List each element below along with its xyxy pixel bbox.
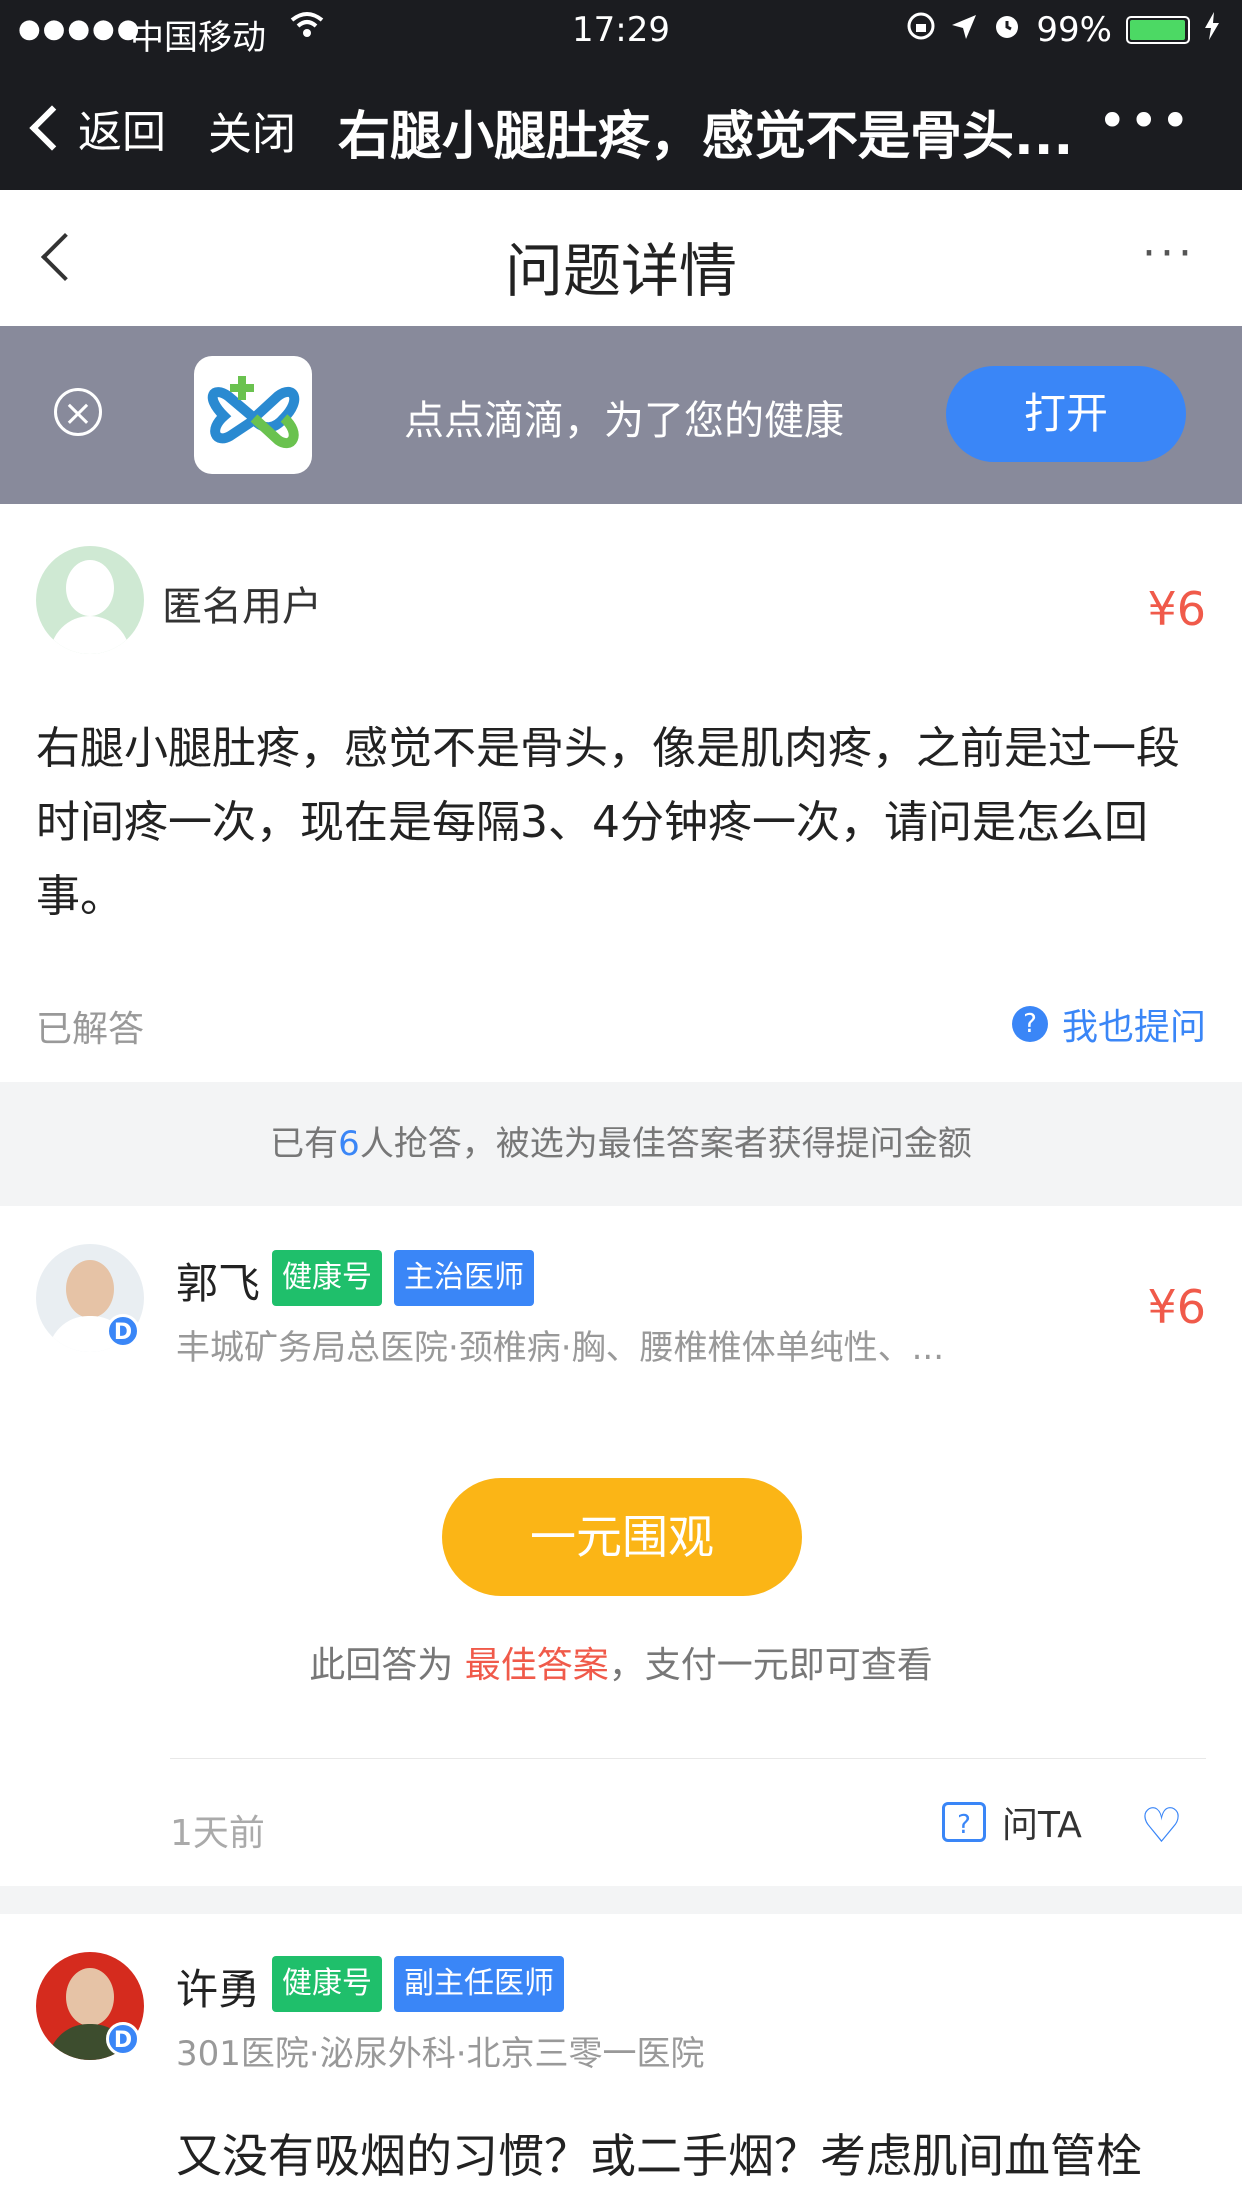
ask-also-button[interactable]: ? 我也提问 [1011,998,1206,1050]
page-title: 问题详情 [504,237,737,305]
ask-bubble-icon: ? [942,1802,986,1842]
location-icon [950,10,978,50]
question-user-name: 匿名用户 [162,584,322,630]
health-account-tag: 健康号 [272,1956,382,2012]
health-account-tag: 健康号 [272,1250,382,1306]
battery-icon [1126,16,1190,44]
app-promo-banner: × 点点滴滴，为了您的健康 打开 [0,326,1242,504]
doctor-name[interactable]: 郭飞 [176,1250,260,1311]
doctor-info: 301医院·泌尿外科·北京三零一医院 [176,2034,705,2074]
doctor-title-tag: 主治医师 [394,1250,534,1306]
divider [170,1758,1206,1759]
avatar-head [66,560,114,616]
webview-title: 右腿小腿肚疼，感觉不是骨头... [338,107,1074,167]
charging-icon [1204,10,1220,50]
app-logo [194,356,312,474]
back-button[interactable]: 返回 [29,96,166,160]
notice-prefix: 已有 [270,1124,339,1164]
page-header: 问题详情 ··· [0,190,1242,327]
status-bar: ●●●●● 中国移动 17:29 99% [0,0,1242,62]
avatar-body [50,616,130,654]
open-app-button[interactable]: 打开 [946,366,1186,462]
page-more-button[interactable]: ··· [1142,228,1196,279]
like-heart-icon[interactable]: ♡ [1140,1798,1183,1854]
ask-also-label: 我也提问 [1061,1007,1206,1048]
verified-badge-icon: D [106,1314,140,1348]
orientation-lock-icon [906,10,936,50]
answer-count: 6 [338,1124,360,1164]
banner-slogan: 点点滴滴，为了您的健康 [404,398,844,444]
wechat-nav-bar: 返回 关闭 右腿小腿肚疼，感觉不是骨头... ••• [0,62,1242,190]
close-button[interactable]: 关闭 [208,98,296,162]
best-answer-label: 最佳答案 [464,1645,609,1686]
answer-reward: ¥6 [1147,1280,1206,1334]
doctor-title-tag: 副主任医师 [394,1956,564,2012]
back-chevron-icon [29,105,75,151]
verified-badge-icon: D [106,2022,140,2056]
note-prefix: 此回答为 [309,1645,465,1686]
alarm-icon [992,10,1022,50]
question-status: 已解答 [36,1009,145,1050]
answer-text: 又没有吸烟的习惯？或二手烟？考虑肌间血管栓 [176,2129,1142,2183]
ask-ta-label: 问TA [1002,1805,1082,1846]
section-separator [0,1886,1242,1914]
anonymous-avatar [36,546,144,654]
doctor-info: 丰城矿务局总医院·颈椎病·胸、腰椎椎体单纯性、... [176,1328,945,1368]
avatar-face [66,1260,114,1318]
doctor-name[interactable]: 许勇 [176,1956,260,2017]
best-answer-note: 此回答为 最佳答案，支付一元即可查看 [0,1636,1242,1688]
pay-to-view-button[interactable]: 一元围观 [442,1478,802,1596]
status-right: 99% [906,10,1220,50]
notice-suffix: 人抢答，被选为最佳答案者获得提问金额 [359,1124,972,1164]
more-menu-button[interactable]: ••• [1098,92,1192,150]
back-label: 返回 [78,107,166,158]
top-bar: ●●●●● 中国移动 17:29 99% 返回 关闭 右腿小腿肚疼，感觉不是骨头… [0,0,1242,190]
answer-count-notice: 已有6人抢答，被选为最佳答案者获得提问金额 [0,1082,1242,1206]
ask-doctor-button[interactable]: ? 问TA [942,1796,1082,1848]
battery-percent: 99% [1036,10,1112,50]
note-suffix: ，支付一元即可查看 [608,1645,933,1686]
banner-close-icon[interactable]: × [54,388,102,436]
answer-time: 1天前 [170,1813,265,1854]
question-text: 右腿小腿肚疼，感觉不是骨头，像是肌肉疼，之前是过一段时间疼一次，现在是每隔3、4… [36,723,1180,922]
question-icon: ? [1011,1006,1048,1042]
question-reward: ¥6 [1147,582,1206,636]
avatar-face [66,1968,114,2026]
